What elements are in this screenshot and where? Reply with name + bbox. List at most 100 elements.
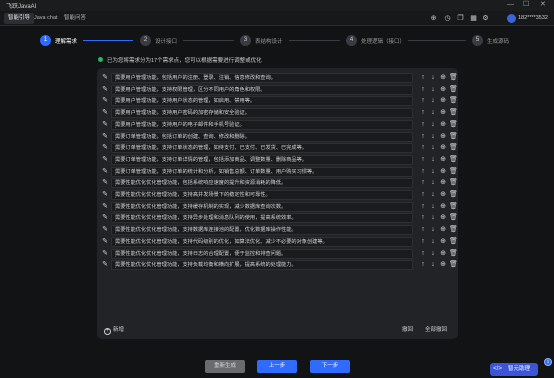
requirement-field[interactable]: 需要订单管理功能，支持订单详情的管理，包括添加商品、调整数量、删除商品等。: [111, 154, 413, 165]
arrow-up-icon[interactable]: ↑: [419, 191, 427, 199]
edit-icon[interactable]: ✎: [101, 97, 109, 105]
edit-icon[interactable]: ✎: [101, 191, 109, 199]
drag-handle-icon[interactable]: [115, 262, 117, 269]
add-circle-icon[interactable]: ⊕: [429, 14, 438, 23]
add-circle-icon[interactable]: ⊕: [439, 97, 447, 105]
layout-icon[interactable]: ▦: [469, 14, 478, 23]
requirement-field[interactable]: 需要性能优化优化管理功能，支持负载均衡和横向扩展，提高系统的处理能力。: [111, 260, 413, 271]
add-circle-icon[interactable]: ⊕: [439, 109, 447, 117]
history-icon[interactable]: ◷: [443, 14, 452, 23]
trash-icon[interactable]: 🗑: [449, 214, 458, 222]
trash-icon[interactable]: 🗑: [449, 109, 458, 117]
add-circle-icon[interactable]: ⊕: [439, 226, 447, 234]
arrow-up-icon[interactable]: ↑: [419, 156, 427, 164]
add-circle-icon[interactable]: ⊕: [439, 156, 447, 164]
drag-handle-icon[interactable]: [115, 86, 117, 93]
requirement-field[interactable]: 需要用户管理功能，包括用户的注册、登录、注销、信息修改和查询。: [111, 73, 413, 83]
requirement-field[interactable]: 需要用户管理功能，支持权限管理，区分不同用户的角色和权限。: [111, 84, 413, 95]
arrow-down-icon[interactable]: ↓: [429, 179, 437, 187]
step-1-label[interactable]: 理解需求: [55, 37, 77, 45]
edit-icon[interactable]: ✎: [101, 156, 109, 164]
edit-icon[interactable]: ✎: [101, 226, 109, 234]
trash-icon[interactable]: 🗑: [449, 238, 458, 246]
drag-handle-icon[interactable]: [115, 75, 117, 81]
drag-handle-icon[interactable]: [115, 145, 117, 152]
edit-icon[interactable]: ✎: [101, 168, 109, 176]
add-circle-icon[interactable]: ⊕: [439, 144, 447, 152]
regenerate-button[interactable]: 重新生成: [205, 360, 245, 373]
drag-handle-icon[interactable]: [115, 110, 117, 117]
close-icon[interactable]: ✕: [540, 0, 546, 10]
drag-handle-icon[interactable]: [115, 215, 117, 222]
edit-icon[interactable]: ✎: [101, 238, 109, 246]
edit-icon[interactable]: ✎: [101, 214, 109, 222]
next-button[interactable]: 下一步: [310, 360, 350, 373]
arrow-up-icon[interactable]: ↑: [419, 238, 427, 246]
arrow-up-icon[interactable]: ↑: [419, 109, 427, 117]
arrow-up-icon[interactable]: ↑: [419, 86, 427, 94]
arrow-down-icon[interactable]: ↓: [429, 214, 437, 222]
drag-handle-icon[interactable]: [115, 250, 117, 257]
drag-handle-icon[interactable]: [115, 227, 117, 234]
add-circle-icon[interactable]: ⊕: [439, 250, 447, 258]
requirement-field[interactable]: 需要性能优化优化管理功能，支持数据库连接池的配置，优化数据库操作性能。: [111, 225, 413, 236]
edit-icon[interactable]: ✎: [101, 179, 109, 187]
trash-icon[interactable]: 🗑: [449, 250, 458, 258]
step-5-label[interactable]: 生成源码: [487, 37, 509, 45]
drag-handle-icon[interactable]: [115, 203, 117, 210]
drag-handle-icon[interactable]: [115, 98, 117, 105]
arrow-down-icon[interactable]: ↓: [429, 168, 437, 176]
arrow-down-icon[interactable]: ↓: [429, 133, 437, 141]
arrow-up-icon[interactable]: ↑: [419, 179, 427, 187]
requirement-field[interactable]: 需要性能优化优化管理功能，包括系统响应速度的提升和资源消耗的降低。: [111, 178, 413, 189]
arrow-up-icon[interactable]: ↑: [419, 226, 427, 234]
add-circle-icon[interactable]: ⊕: [439, 214, 447, 222]
prev-button[interactable]: 上一步: [257, 360, 297, 373]
user-phone[interactable]: 182****3532: [518, 14, 548, 23]
arrow-up-icon[interactable]: ↑: [419, 97, 427, 105]
add-circle-icon[interactable]: ⊕: [439, 168, 447, 176]
drag-handle-icon[interactable]: [115, 156, 117, 163]
trash-icon[interactable]: 🗑: [449, 97, 458, 105]
maximize-icon[interactable]: ☐: [523, 0, 529, 10]
undo-button[interactable]: 撤回: [402, 325, 413, 333]
arrow-down-icon[interactable]: ↓: [429, 74, 437, 82]
add-requirement-button[interactable]: + 新增: [104, 325, 124, 335]
drag-handle-icon[interactable]: [115, 180, 117, 187]
trash-icon[interactable]: 🗑: [449, 74, 458, 82]
edit-icon[interactable]: ✎: [101, 203, 109, 211]
tab-smart-qa[interactable]: 智能问答: [60, 13, 90, 24]
add-circle-icon[interactable]: ⊕: [439, 121, 447, 129]
drag-handle-icon[interactable]: [115, 133, 117, 140]
arrow-up-icon[interactable]: ↑: [419, 203, 427, 211]
trash-icon[interactable]: 🗑: [449, 86, 458, 94]
edit-icon[interactable]: ✎: [101, 144, 109, 152]
requirement-field[interactable]: 需要性能优化优化管理功能，支持代码级别的优化，如算法优化、减少不必要的对象创建等…: [111, 236, 413, 247]
trash-icon[interactable]: 🗑: [449, 261, 458, 269]
add-circle-icon[interactable]: ⊕: [439, 133, 447, 141]
add-circle-icon[interactable]: ⊕: [439, 74, 447, 82]
trash-icon[interactable]: 🗑: [449, 168, 458, 176]
drag-handle-icon[interactable]: [115, 238, 117, 245]
arrow-up-icon[interactable]: ↑: [419, 214, 427, 222]
requirement-field[interactable]: 需要用户管理功能，支持用户密码的加密存储和安全验证。: [111, 108, 413, 119]
arrow-up-icon[interactable]: ↑: [419, 261, 427, 269]
drag-handle-icon[interactable]: [115, 168, 117, 175]
step-2-label[interactable]: 设计接口: [155, 37, 177, 45]
requirement-field[interactable]: 需要订单管理功能，支持订单状态的管理，如待支付、已支付、已发货、已完成等。: [111, 143, 413, 154]
edit-icon[interactable]: ✎: [101, 86, 109, 94]
arrow-up-icon[interactable]: ↑: [419, 121, 427, 129]
arrow-up-icon[interactable]: ↑: [419, 74, 427, 82]
arrow-down-icon[interactable]: ↓: [429, 203, 437, 211]
arrow-down-icon[interactable]: ↓: [429, 144, 437, 152]
gear-icon[interactable]: ⚙: [481, 14, 490, 23]
avatar[interactable]: [507, 14, 516, 23]
undo-all-button[interactable]: 全部撤回: [425, 325, 447, 333]
arrow-down-icon[interactable]: ↓: [429, 156, 437, 164]
requirement-field[interactable]: 需要用户管理功能，支持用户的电子邮件和手机号验证。: [111, 119, 413, 130]
requirement-field[interactable]: 需要性能优化优化管理功能，支持缓存机制的实现，减少数据库查询次数。: [111, 201, 413, 212]
tab-java-chat[interactable]: Java chat: [30, 13, 62, 24]
requirement-field[interactable]: 需要性能优化优化管理功能，支持异步处理和消息队列的使用，提高系统效率。: [111, 213, 413, 224]
requirement-field[interactable]: 需要性能优化优化管理功能，支持日志的合理配置，便于监控和排查问题。: [111, 248, 413, 259]
arrow-down-icon[interactable]: ↓: [429, 226, 437, 234]
